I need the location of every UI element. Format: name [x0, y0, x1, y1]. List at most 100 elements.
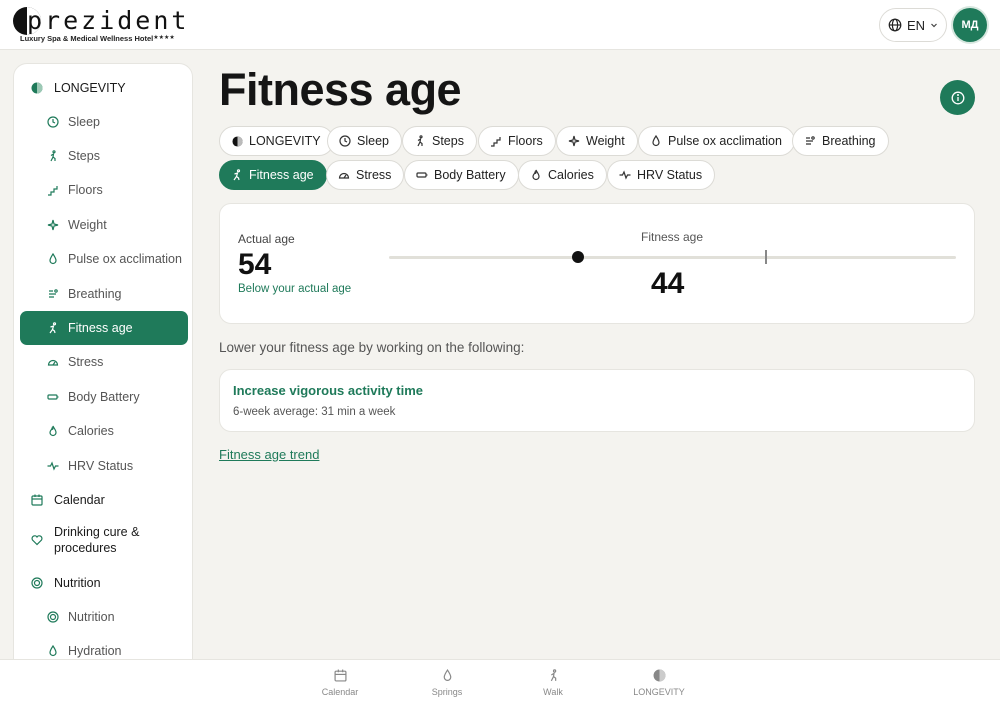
page-title: Fitness age [219, 64, 462, 115]
fitness-age-label: Fitness age [641, 230, 704, 244]
sidebar-item-nutrition[interactable]: Nutrition [20, 600, 188, 634]
sidebar-item-label: Nutrition [54, 576, 101, 590]
sidebar-item-steps[interactable]: Steps [20, 139, 188, 173]
logo-wordmark: prezident [27, 6, 190, 35]
sidebar-item-floors[interactable]: Floors [20, 173, 188, 207]
sidebar-item-label: Floors [68, 183, 103, 197]
sidebar-item-nutrition-group[interactable]: Nutrition [20, 568, 188, 598]
sidebar-item-label: Sleep [68, 115, 100, 129]
heart-icon [30, 533, 44, 547]
bottom-nav-springs[interactable]: Springs [407, 668, 487, 697]
bottom-nav: Calendar Springs Walk LONGEVITY [0, 659, 1000, 703]
sidebar-item-label: Body Battery [68, 390, 140, 404]
fitness-age-trend-link[interactable]: Fitness age trend [219, 447, 319, 462]
bottom-nav-label: Walk [543, 687, 563, 697]
running-icon [231, 169, 243, 181]
age-status: Below your actual age [238, 283, 352, 295]
sidebar-item-calendar[interactable]: Calendar [20, 485, 188, 515]
sidebar-item-calories[interactable]: Calories [20, 414, 188, 448]
fitness-age-value: 44 [651, 267, 685, 300]
walking-icon [414, 135, 426, 147]
lungs-icon [804, 135, 816, 147]
advice-card: Increase vigorous activity time 6-week a… [219, 369, 975, 432]
walking-icon [546, 668, 560, 682]
bottom-nav-longevity[interactable]: LONGEVITY [619, 668, 699, 697]
info-button[interactable] [940, 80, 975, 115]
sidebar-item-label: Steps [68, 149, 100, 163]
tab-label: Steps [432, 134, 464, 148]
tab-stress[interactable]: Stress [326, 160, 405, 190]
tab-label: Calories [548, 168, 594, 182]
sidebar-item-label: Nutrition [68, 610, 115, 624]
sidebar: LONGEVITY Sleep Steps Floors Weight Puls… [13, 63, 193, 663]
actual-age-value: 54 [238, 248, 272, 281]
stairs-icon [490, 135, 502, 147]
drop-icon [650, 135, 662, 147]
calendar-icon [30, 493, 44, 507]
bottom-nav-walk[interactable]: Walk [513, 668, 593, 697]
tab-label: Weight [586, 134, 625, 148]
tab-weight[interactable]: Weight [556, 126, 638, 156]
sidebar-item-sleep[interactable]: Sleep [20, 105, 188, 139]
drop-icon [440, 668, 454, 682]
bottom-nav-calendar[interactable]: Calendar [300, 668, 380, 697]
tab-steps[interactable]: Steps [402, 126, 477, 156]
bottom-nav-label: Calendar [321, 687, 359, 697]
sidebar-item-label: Pulse ox acclimation [68, 252, 182, 266]
sidebar-item-hrv-status[interactable]: HRV Status [20, 449, 188, 483]
advice-detail: 6-week average: 31 min a week [233, 406, 396, 418]
advice-title: Increase vigorous activity time [233, 383, 424, 398]
sidebar-item-longevity[interactable]: LONGEVITY [20, 73, 188, 103]
tab-body-battery[interactable]: Body Battery [404, 160, 519, 190]
longevity-icon [652, 668, 666, 682]
age-scale-track [389, 256, 956, 259]
tab-label: Stress [356, 168, 392, 182]
lungs-icon [46, 287, 60, 301]
clock-icon [46, 115, 60, 129]
tab-floors[interactable]: Floors [478, 126, 556, 156]
tab-hrv-status[interactable]: HRV Status [607, 160, 716, 190]
tab-label: Fitness age [249, 168, 314, 182]
sidebar-item-pulse-ox[interactable]: Pulse ox acclimation [20, 242, 188, 276]
sidebar-item-stress[interactable]: Stress [20, 345, 188, 379]
tab-label: Floors [508, 134, 543, 148]
sidebar-item-drinking-cure[interactable]: Drinking cure & procedures [20, 520, 188, 560]
hotel-logo[interactable]: prezident Luxury Spa & Medical Wellness … [13, 6, 186, 45]
tab-label: Pulse ox acclimation [668, 134, 782, 148]
logo-subtitle-text: Luxury Spa & Medical Wellness Hotel [20, 34, 154, 43]
tab-breathing[interactable]: Breathing [792, 126, 889, 156]
tab-pulse-ox[interactable]: Pulse ox acclimation [638, 126, 795, 156]
sidebar-item-label: Calendar [54, 493, 105, 507]
clock-icon [339, 135, 351, 147]
info-icon [951, 91, 965, 105]
battery-icon [416, 169, 428, 181]
sidebar-item-weight[interactable]: Weight [20, 208, 188, 242]
gauge-icon [338, 169, 350, 181]
plate-icon [46, 610, 60, 624]
language-selector[interactable]: EN [879, 8, 947, 42]
tab-label: Body Battery [434, 168, 506, 182]
tab-fitness-age[interactable]: Fitness age [219, 160, 327, 190]
gauge-icon [46, 355, 60, 369]
sidebar-item-breathing[interactable]: Breathing [20, 277, 188, 311]
advice-intro: Lower your fitness age by working on the… [219, 340, 525, 355]
sidebar-item-label: Fitness age [68, 321, 133, 335]
sidebar-item-label: LONGEVITY [54, 81, 126, 95]
avatar[interactable]: МД [953, 8, 987, 42]
tab-sleep[interactable]: Sleep [327, 126, 402, 156]
sidebar-item-label: Breathing [68, 287, 122, 301]
sparkle-icon [568, 135, 580, 147]
sidebar-item-label: Stress [68, 355, 104, 369]
sidebar-item-fitness-age[interactable]: Fitness age [20, 311, 188, 345]
fitness-age-marker [572, 251, 584, 263]
longevity-icon [30, 81, 44, 95]
sidebar-item-body-battery[interactable]: Body Battery [20, 380, 188, 414]
tab-calories[interactable]: Calories [518, 160, 607, 190]
globe-icon [888, 18, 902, 32]
bottom-nav-label: Springs [431, 687, 463, 697]
logo-subtitle: Luxury Spa & Medical Wellness Hotel★★★★ [20, 34, 175, 43]
sidebar-item-label: Drinking cure & procedures [54, 525, 140, 555]
tab-label: Sleep [357, 134, 389, 148]
tab-longevity[interactable]: LONGEVITY [219, 126, 334, 156]
longevity-icon [231, 135, 243, 147]
